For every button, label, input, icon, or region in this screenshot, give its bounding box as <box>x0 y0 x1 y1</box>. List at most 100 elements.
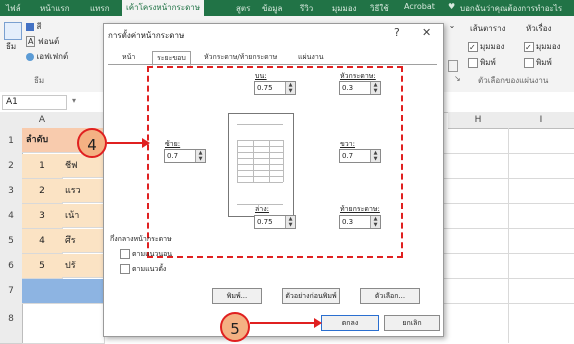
select-all-corner[interactable] <box>0 112 23 129</box>
left-margin-input[interactable]: 0.7 ▲ ▼ <box>164 149 206 163</box>
row-header-6[interactable]: 6 <box>0 254 23 280</box>
row-header-1[interactable]: 1 <box>0 128 23 155</box>
row-line <box>442 178 574 179</box>
row-header-7[interactable]: 7 <box>0 279 23 305</box>
spinner-arrows-icon[interactable]: ▲ ▼ <box>195 150 205 162</box>
close-icon[interactable]: ✕ <box>422 26 431 39</box>
themes-group-label: ธีม <box>34 76 45 85</box>
headings-print-checkbox[interactable]: พิมพ์ <box>524 56 552 69</box>
spinner-arrows-icon[interactable]: ▲ ▼ <box>370 150 380 162</box>
table-cell-number[interactable]: 2 <box>22 179 63 204</box>
effects-button[interactable]: เอฟเฟกต์ <box>26 50 68 63</box>
headings-view-label: มุมมอง <box>536 42 561 51</box>
spinner-arrows-icon[interactable]: ▲ ▼ <box>285 216 295 228</box>
dialog-launcher-icon[interactable]: ↘ <box>454 74 461 83</box>
center-horizontally-label: ตามแนวนอน <box>132 250 173 258</box>
tab-formulas[interactable]: สูตร <box>236 2 250 15</box>
checkbox-checked-icon: ✓ <box>468 41 478 52</box>
row-header-8[interactable]: 8 <box>0 304 23 344</box>
tab-insert[interactable]: แทรก <box>90 2 110 15</box>
checkbox-icon <box>524 57 534 68</box>
spinner-arrows-icon[interactable]: ▲ ▼ <box>285 82 295 94</box>
footer-margin-input[interactable]: 0.3 ▲ ▼ <box>339 215 381 229</box>
table-cell-name[interactable]: ปรั <box>62 254 104 278</box>
sheet-options-group-label: ตัวเลือกของแผ่นงาน <box>478 76 549 85</box>
themes-icon[interactable] <box>4 22 22 40</box>
spinner-icon[interactable] <box>448 60 458 72</box>
header-margin-input[interactable]: 0.3 ▲ ▼ <box>339 81 381 95</box>
column-h-cells[interactable] <box>448 128 509 343</box>
table-cell-name[interactable]: ศึร <box>62 229 104 253</box>
themes-label: ธีม <box>6 42 17 51</box>
dropdown-icon[interactable]: ⌄ <box>448 21 456 30</box>
column-header-i[interactable]: I <box>508 112 574 129</box>
tab-divider <box>108 64 437 65</box>
column-header-a[interactable]: A <box>22 112 63 129</box>
center-horizontally-checkbox[interactable]: ตามแนวนอน <box>120 249 172 260</box>
fonts-button[interactable]: A ฟอนต์ <box>26 35 59 48</box>
effects-icon <box>26 52 34 61</box>
table-cell-number[interactable]: 4 <box>22 229 63 254</box>
tab-sheet[interactable]: แผ่นงาน <box>294 51 328 64</box>
tab-review[interactable]: รีวิว <box>300 2 313 15</box>
table-cell-number[interactable]: 5 <box>22 254 63 279</box>
table-cell-number[interactable]: 3 <box>22 204 63 229</box>
gridlines-print-label: พิมพ์ <box>480 58 496 67</box>
tab-page[interactable]: หน้า <box>118 51 139 64</box>
tab-acrobat[interactable]: Acrobat <box>404 2 435 11</box>
options-button[interactable]: ตัวเลือก... <box>360 288 420 304</box>
print-preview-button[interactable]: ตัวอย่างก่อนพิมพ์ <box>282 288 340 304</box>
tab-file[interactable]: ไฟล์ <box>6 2 21 15</box>
headings-view-checkbox[interactable]: ✓ มุมมอง <box>524 40 561 53</box>
spinner-arrows-icon[interactable]: ▲ ▼ <box>370 216 380 228</box>
colors-label: สี <box>36 22 42 31</box>
tab-view[interactable]: มุมมอง <box>332 2 357 15</box>
preview-grid-line <box>237 140 283 141</box>
row-line <box>442 228 574 229</box>
table-cell-name[interactable]: เน้า <box>62 204 104 228</box>
row-header-4[interactable]: 4 <box>0 204 23 230</box>
tab-data[interactable]: ข้อมูล <box>262 2 282 15</box>
gridlines-print-checkbox[interactable]: พิมพ์ <box>468 56 496 69</box>
table-cell-total[interactable] <box>22 279 105 304</box>
row-header-5[interactable]: 5 <box>0 229 23 255</box>
column-header-h[interactable]: H <box>448 112 509 129</box>
right-margin-input[interactable]: 0.7 ▲ ▼ <box>339 149 381 163</box>
fonts-icon: A <box>26 36 36 47</box>
name-box[interactable]: A1 <box>2 95 67 110</box>
gridlines-view-checkbox[interactable]: ✓ มุมมอง <box>468 40 505 53</box>
bottom-margin-input[interactable]: 0.75 ▲ ▼ <box>254 215 296 229</box>
row-line <box>442 278 574 279</box>
top-margin-value: 0.75 <box>257 84 273 92</box>
tab-header-footer[interactable]: หัวกระดาษ/ท้ายกระดาษ <box>200 51 281 64</box>
column-header-b[interactable] <box>62 112 105 129</box>
name-box-dropdown-icon[interactable]: ▾ <box>72 96 76 105</box>
preview-grid-line <box>237 152 283 153</box>
colors-button[interactable]: สี <box>26 20 41 33</box>
tell-me-search[interactable]: บอกฉันว่าคุณต้องการทำอะไร <box>460 2 562 15</box>
table-cell-name[interactable]: ชีฟ <box>62 154 104 178</box>
column-i-cells[interactable] <box>508 128 574 343</box>
dialog-title: การตั้งค่าหน้ากระดาษ <box>108 31 185 40</box>
row-header-3[interactable]: 3 <box>0 179 23 205</box>
arrow-right-icon <box>314 318 322 328</box>
center-vertically-checkbox[interactable]: ตามแนวตั้ง <box>120 264 166 275</box>
table-cell-name[interactable]: แรว <box>62 179 104 203</box>
spinner-arrows-icon[interactable]: ▲ ▼ <box>370 82 380 94</box>
help-button[interactable]: ? <box>394 26 400 39</box>
cancel-button[interactable]: ยกเลิก <box>384 315 440 331</box>
ok-button[interactable]: ตกลง <box>321 315 379 331</box>
page-setup-dialog: การตั้งค่าหน้ากระดาษ ? ✕ หน้า ระยะขอบ หั… <box>103 23 444 337</box>
row-header-2[interactable]: 2 <box>0 154 23 180</box>
preview-grid-line <box>237 140 238 182</box>
top-margin-input[interactable]: 0.75 ▲ ▼ <box>254 81 296 95</box>
table-cell-empty[interactable] <box>22 304 105 344</box>
row-line <box>442 303 574 304</box>
tab-home[interactable]: หน้าแรก <box>40 2 70 15</box>
left-margin-value: 0.7 <box>167 152 179 160</box>
preview-grid-line <box>269 140 270 182</box>
tab-help[interactable]: วิธีใช้ <box>370 2 389 15</box>
tab-page-layout[interactable]: เค้าโครงหน้ากระดาษ <box>122 0 205 16</box>
table-cell-number[interactable]: 1 <box>22 154 63 179</box>
print-button[interactable]: พิมพ์... <box>212 288 262 304</box>
